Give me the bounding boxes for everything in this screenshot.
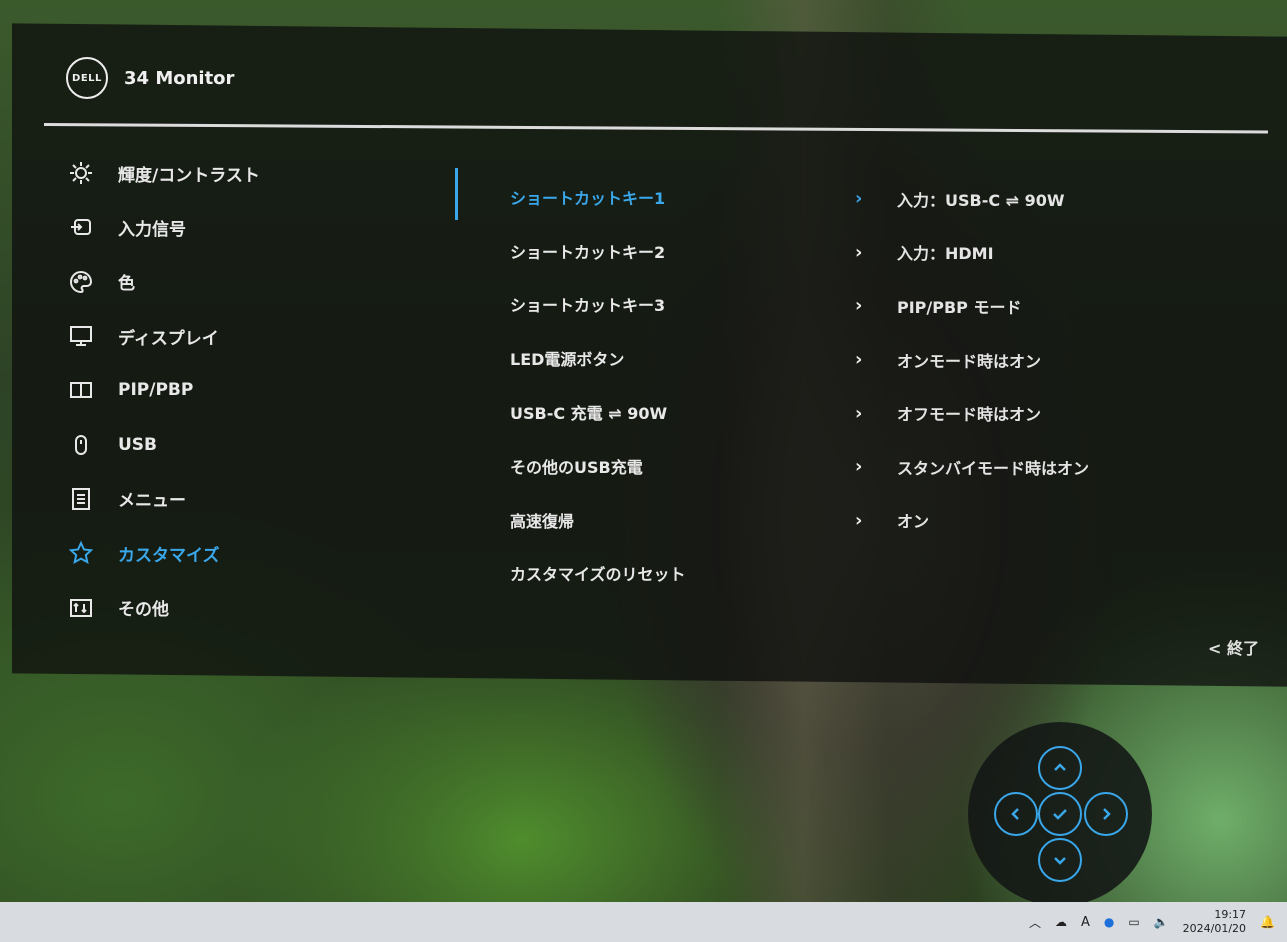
network-icon[interactable]: ▭ [1128,915,1139,929]
chevron-right-icon: › [855,188,863,210]
category-label: 輝度/コントラスト [118,165,260,186]
other-icon [66,593,96,623]
value-shortcut2[interactable]: › 入力：HDMI [855,226,1185,280]
category-list: 輝度/コントラスト 入力信号 色 ディスプレイ PIP/PBP USB メニュー… [66,146,446,635]
category-input[interactable]: 入力信号 [66,200,446,254]
dell-logo: DELL [66,57,108,99]
chevron-right-icon: › [855,509,863,531]
submenu-item-shortcut3[interactable]: ショートカットキー3 [510,278,840,332]
submenu-item-usbc-charging[interactable]: USB-C 充電 ⇌ 90W [510,385,840,439]
joystick-guide [968,722,1152,906]
chevron-right-icon: › [855,241,863,263]
menu-icon [66,484,96,514]
value-fast-wakeup[interactable]: › オン [855,494,1185,548]
chevron-right-icon: › [855,295,863,317]
down-icon[interactable] [1038,838,1082,882]
submenu-item-other-usb[interactable]: その他のUSB充電 [510,439,840,493]
system-tray: ︿ ☁ A ● ▭ 🔈 19:17 2024/01/20 🔔 [1029,902,1275,942]
exit-button[interactable]: < 終了 [1208,635,1259,659]
display-icon [66,321,96,351]
value-usbc-charging[interactable]: › オフモード時はオン [855,386,1185,440]
chevron-right-icon: › [855,456,863,478]
chevron-up-icon[interactable]: ︿ [1029,914,1041,931]
category-label: 色 [118,274,135,295]
category-label: 入力信号 [118,219,186,240]
monitor-title: 34 Monitor [124,67,235,89]
clock-date: 2024/01/20 [1182,922,1247,935]
clock-time: 19:17 [1214,908,1247,921]
category-label: その他 [118,600,169,621]
submenu-item-led-power[interactable]: LED電源ボタン [510,331,840,385]
chevron-right-icon: › [855,349,863,371]
category-label: メニュー [118,491,186,512]
input-icon [66,212,96,242]
category-other[interactable]: その他 [66,580,446,634]
category-usb[interactable]: USB [66,417,446,471]
submenu-item-shortcut1[interactable]: ショートカットキー1 [510,170,840,224]
value-shortcut1[interactable]: › 入力：USB-C ⇌ 90W [855,172,1185,226]
category-brightness[interactable]: 輝度/コントラスト [66,146,446,200]
chevron-right-icon: › [855,402,863,424]
check-icon[interactable] [1038,792,1082,836]
category-pip[interactable]: PIP/PBP [66,363,446,417]
submenu-item-shortcut2[interactable]: ショートカットキー2 [510,224,840,278]
value-other-usb[interactable]: › スタンバイモード時はオン [855,440,1185,494]
security-icon[interactable]: ● [1104,915,1114,929]
selection-indicator [455,168,458,220]
taskbar: ︿ ☁ A ● ▭ 🔈 19:17 2024/01/20 🔔 [0,902,1287,942]
cloud-icon[interactable]: ☁ [1055,915,1067,929]
star-icon [66,538,96,568]
brightness-icon [66,158,96,188]
pip-icon [66,375,96,405]
right-icon[interactable] [1084,792,1128,836]
palette-icon [66,267,96,297]
category-label: PIP/PBP [118,380,194,401]
category-menu[interactable]: メニュー [66,472,446,526]
category-customize[interactable]: カスタマイズ [66,526,446,580]
value-led-power[interactable]: › オンモード時はオン [855,333,1185,387]
osd-header: DELL 34 Monitor [66,57,234,99]
clock[interactable]: 19:17 2024/01/20 [1183,908,1246,936]
category-color[interactable]: 色 [66,255,446,309]
category-display[interactable]: ディスプレイ [66,309,446,363]
value-shortcut3[interactable]: › PIP/PBP モード [855,279,1185,333]
speaker-icon[interactable]: 🔈 [1154,915,1169,929]
category-label: カスタマイズ [118,545,220,566]
value-list: › 入力：USB-C ⇌ 90W › 入力：HDMI › PIP/PBP モード › オ… [855,172,1185,547]
submenu-item-reset[interactable]: カスタマイズのリセット [510,547,840,601]
submenu-item-fast-wakeup[interactable]: 高速復帰 [510,493,840,547]
submenu-list: ショートカットキー1 ショートカットキー2 ショートカットキー3 LED電源ボタ… [510,170,840,600]
mouse-icon [66,430,96,460]
ime-indicator[interactable]: A [1081,915,1090,930]
notification-bell-icon[interactable]: 🔔 [1260,915,1275,929]
up-icon[interactable] [1038,746,1082,790]
left-icon[interactable] [994,792,1038,836]
category-label: ディスプレイ [118,328,219,349]
category-label: USB [118,434,158,455]
